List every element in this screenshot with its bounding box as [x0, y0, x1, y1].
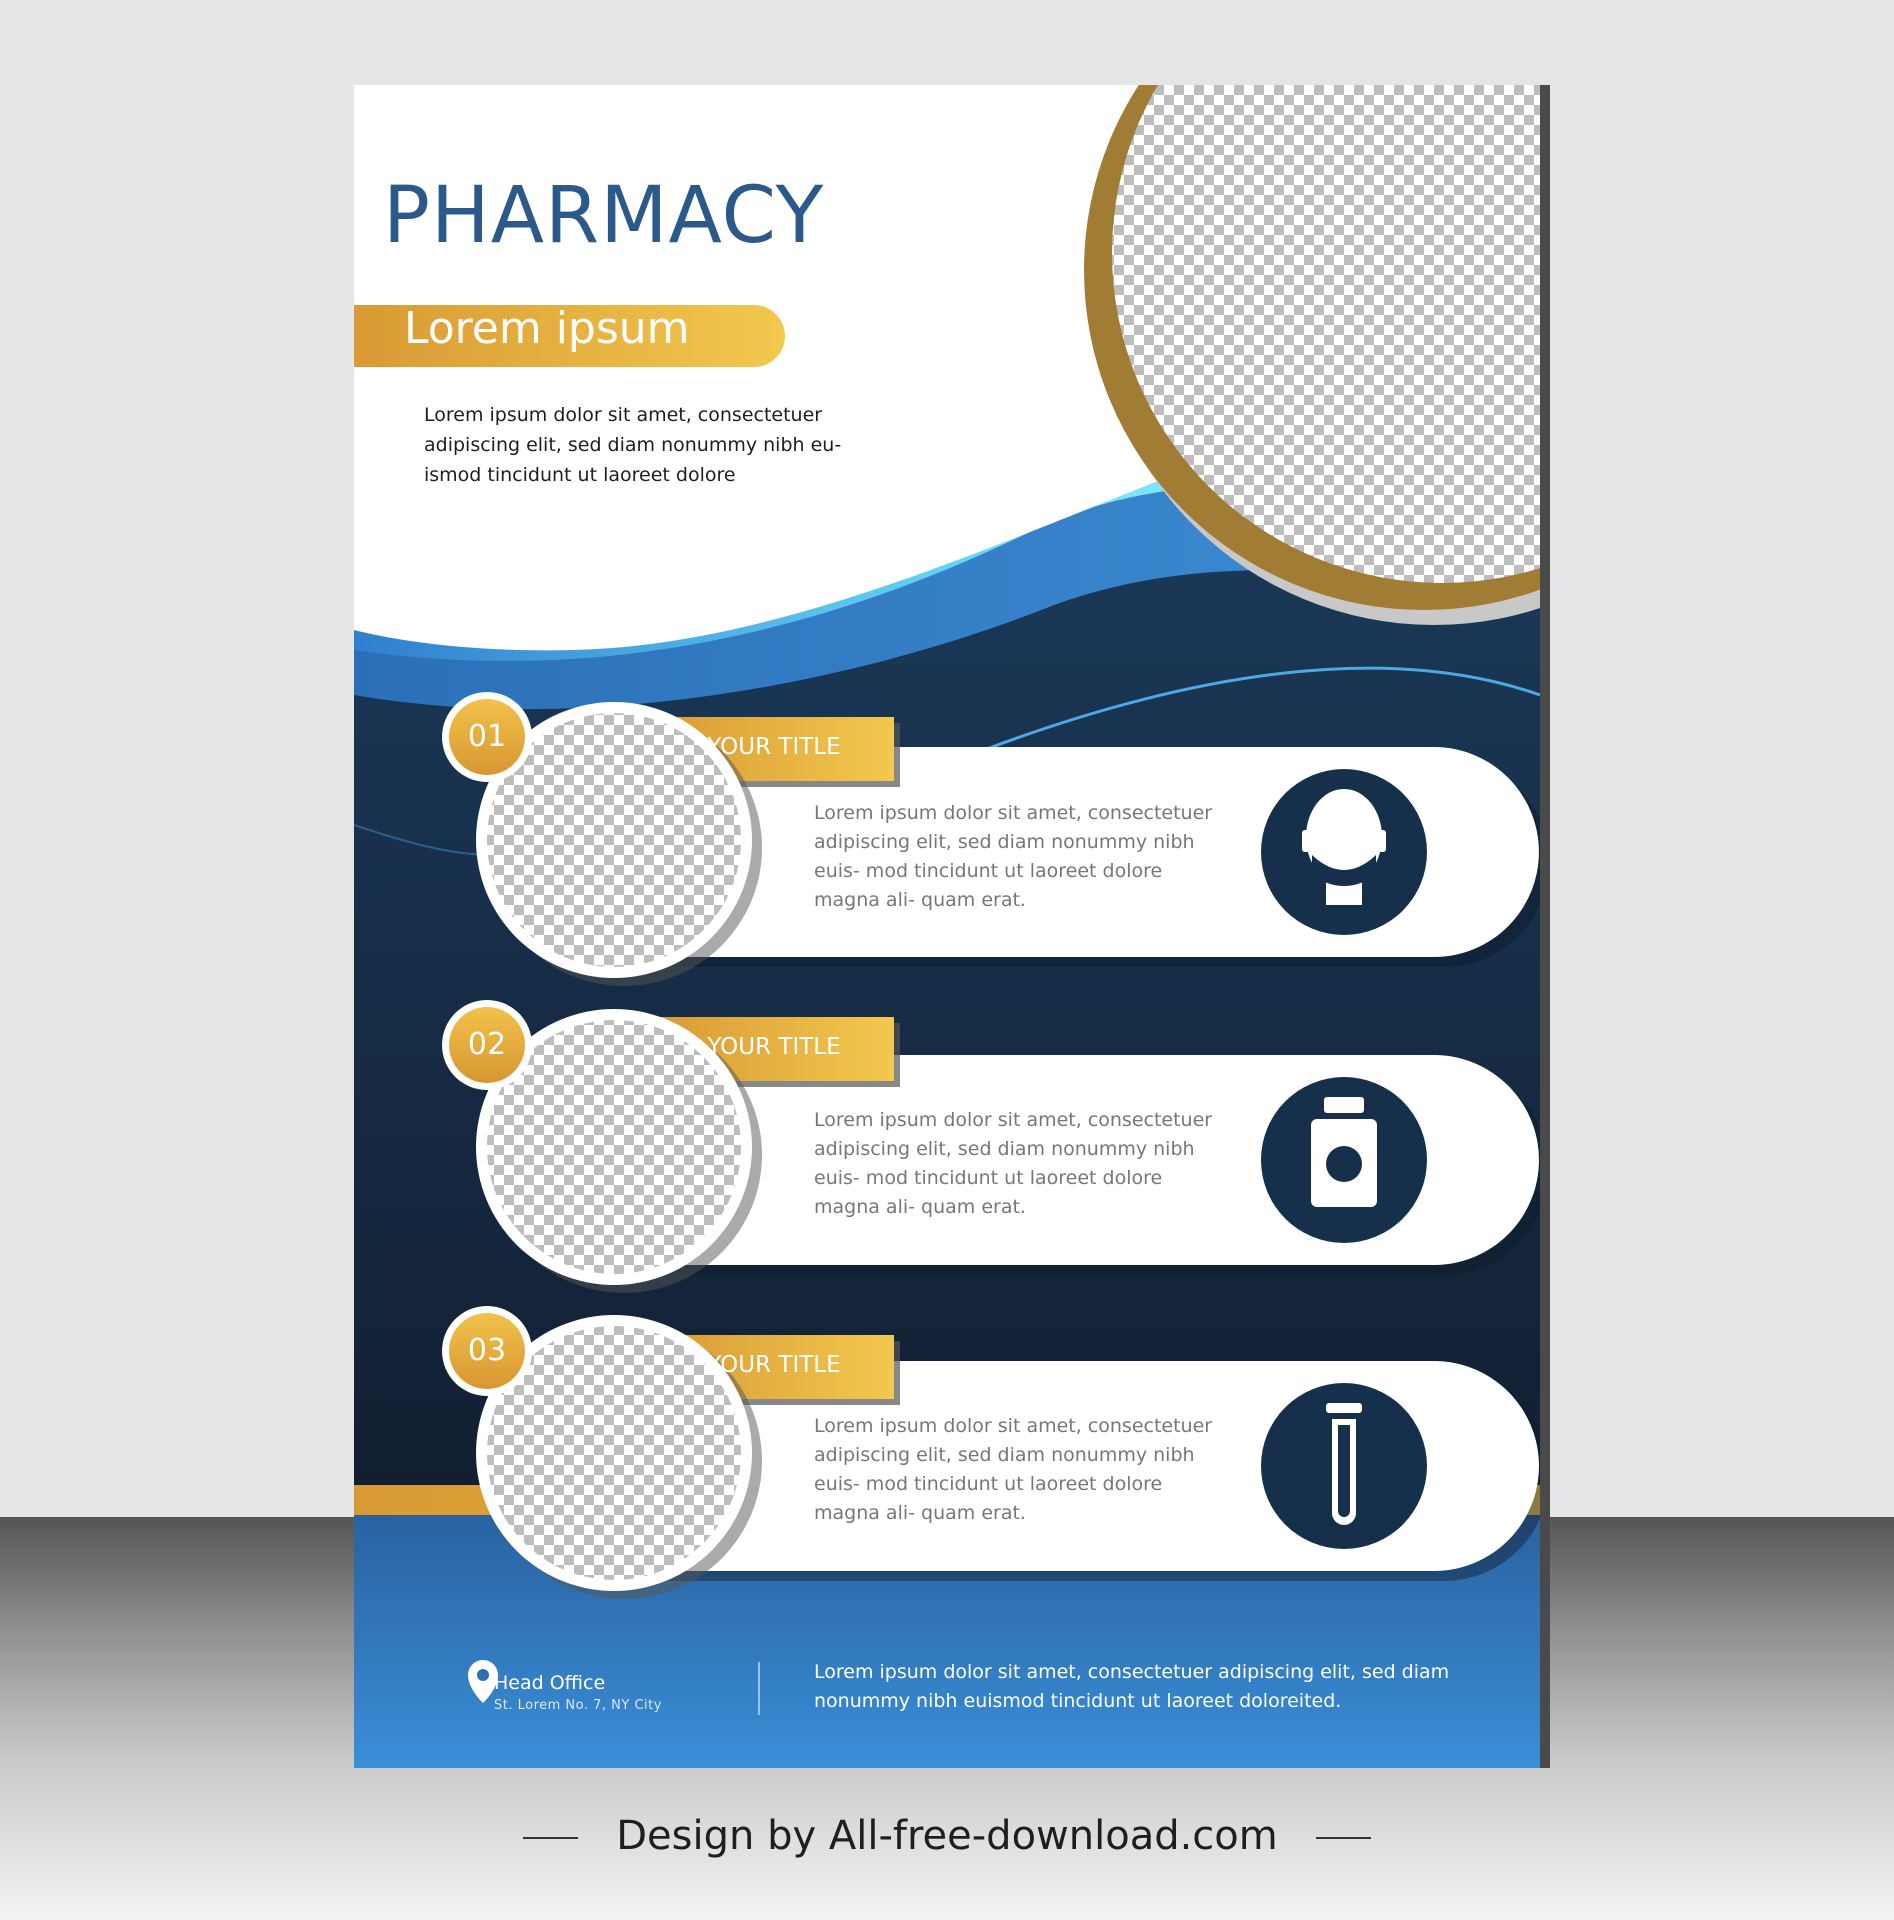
- head-office-label: Head Office: [494, 1672, 606, 1694]
- item-description: Lorem ipsum dolor sit amet, consectetuer…: [814, 1415, 1213, 1524]
- credit-text: Design by All-free-download.com: [616, 1813, 1278, 1859]
- credit-dash-left: [523, 1837, 579, 1839]
- item-description: Lorem ipsum dolor sit amet, consectetuer…: [814, 802, 1213, 911]
- item-title: YOUR TITLE: [707, 734, 841, 760]
- item-number: 02: [467, 1027, 507, 1062]
- item-number: 03: [467, 1333, 507, 1368]
- item-description: Lorem ipsum dolor sit amet, consectetuer…: [814, 1109, 1213, 1218]
- item-number: 01: [467, 719, 507, 754]
- item-title: YOUR TITLE: [707, 1352, 841, 1378]
- flyer-title: PHARMACY: [383, 171, 825, 261]
- design-credit: Design by All-free-download.com: [0, 1813, 1894, 1859]
- flyer-edge-shadow: [1540, 85, 1550, 1768]
- credit-dash-right: [1315, 1837, 1371, 1839]
- flyer-subtitle: Lorem ipsum: [404, 303, 690, 354]
- head-office-address: St. Lorem No. 7, NY City: [494, 1698, 662, 1713]
- pharmacy-flyer: PHARMACY Lorem ipsum Lorem ipsum dolor s…: [354, 85, 1540, 1768]
- flyer-intro-text: Lorem ipsum dolor sit amet, consectetuer…: [424, 404, 842, 486]
- item-title: YOUR TITLE: [707, 1034, 841, 1060]
- footer-text: Lorem ipsum dolor sit amet, consectetuer…: [814, 1661, 1450, 1712]
